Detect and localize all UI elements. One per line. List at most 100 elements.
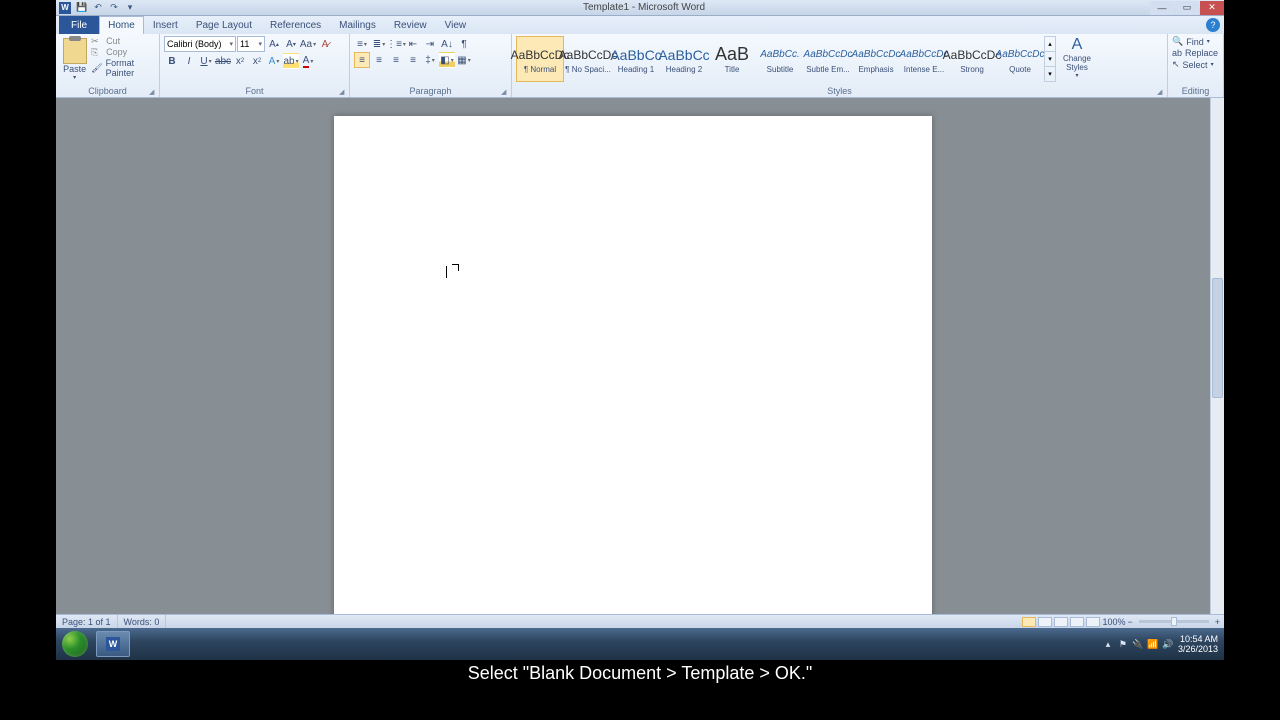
document-area[interactable] — [56, 98, 1210, 614]
show-marks-button[interactable]: ¶ — [456, 36, 472, 52]
styles-scroll-down[interactable]: ▾ — [1045, 51, 1055, 66]
paragraph-group-label: Paragraph — [354, 85, 507, 97]
print-layout-view-button[interactable] — [1022, 617, 1036, 627]
bullets-button[interactable]: ≡▾ — [354, 36, 370, 52]
paragraph-dialog-launcher[interactable]: ◢ — [501, 88, 509, 96]
taskbar-word-button[interactable]: W — [96, 631, 130, 657]
find-button[interactable]: 🔍Find▾ — [1172, 36, 1218, 47]
qat-undo-icon[interactable]: ↶ — [91, 1, 105, 15]
styles-dialog-launcher[interactable]: ◢ — [1157, 88, 1165, 96]
line-spacing-button[interactable]: ‡▾ — [422, 52, 438, 68]
font-size-combo[interactable]: 11▾ — [237, 36, 265, 52]
file-tab[interactable]: File — [59, 16, 99, 34]
style-item[interactable]: AaBbCcDcIntense E... — [900, 36, 948, 82]
change-case-button[interactable]: Aa▾ — [300, 36, 316, 52]
numbering-button[interactable]: ≣▾ — [371, 36, 387, 52]
tab-view[interactable]: View — [436, 16, 476, 34]
web-layout-view-button[interactable] — [1054, 617, 1068, 627]
bold-button[interactable]: B — [164, 53, 180, 69]
maximize-button[interactable]: ▭ — [1175, 1, 1199, 15]
style-item[interactable]: AaBbCcHeading 1 — [612, 36, 660, 82]
sort-button[interactable]: A↓ — [439, 36, 455, 52]
shrink-font-button[interactable]: A▾ — [283, 36, 299, 52]
document-page[interactable] — [334, 116, 932, 614]
underline-button[interactable]: U▾ — [198, 53, 214, 69]
style-item[interactable]: AaBbCcDc¶ Normal — [516, 36, 564, 82]
grow-font-button[interactable]: A▴ — [266, 36, 282, 52]
format-painter-button[interactable]: 🖌Format Painter — [91, 58, 155, 78]
style-item[interactable]: AaBbCc.Subtitle — [756, 36, 804, 82]
shading-button[interactable]: ◧▾ — [439, 52, 455, 68]
zoom-out-button[interactable]: − — [1127, 617, 1132, 627]
change-styles-button[interactable]: A Change Styles ▾ — [1058, 36, 1096, 79]
qat-customize-icon[interactable]: ▾ — [123, 1, 137, 15]
styles-more-button[interactable]: ▾ — [1045, 66, 1055, 81]
font-color-button[interactable]: A▾ — [300, 53, 316, 69]
increase-indent-button[interactable]: ⇥ — [422, 36, 438, 52]
zoom-slider-knob[interactable] — [1171, 617, 1177, 626]
zoom-in-button[interactable]: + — [1215, 617, 1220, 627]
tray-clock[interactable]: 10:54 AM 3/26/2013 — [1178, 634, 1218, 654]
tab-insert[interactable]: Insert — [144, 16, 187, 34]
tray-show-hidden-icon[interactable]: ▴ — [1103, 639, 1113, 649]
style-item[interactable]: AaBbCcHeading 2 — [660, 36, 708, 82]
replace-button[interactable]: abReplace — [1172, 48, 1218, 58]
subscript-button[interactable]: x2 — [232, 53, 248, 69]
text-effects-button[interactable]: A▾ — [266, 53, 282, 69]
video-caption: Select "Blank Document > Template > OK." — [0, 663, 1280, 684]
font-name-combo[interactable]: Calibri (Body)▾ — [164, 36, 236, 52]
scrollbar-thumb[interactable] — [1212, 278, 1223, 398]
tray-flag-icon[interactable]: ⚑ — [1118, 639, 1128, 649]
cut-button[interactable]: ✂Cut — [91, 36, 155, 46]
tray-network-icon[interactable]: 📶 — [1148, 639, 1158, 649]
draft-view-button[interactable] — [1086, 617, 1100, 627]
clipboard-dialog-launcher[interactable]: ◢ — [149, 88, 157, 96]
help-icon[interactable]: ? — [1206, 18, 1220, 32]
word-count[interactable]: Words: 0 — [118, 615, 167, 628]
tab-mailings[interactable]: Mailings — [330, 16, 385, 34]
start-button[interactable] — [58, 630, 92, 658]
select-button[interactable]: ↖Select▾ — [1172, 59, 1218, 70]
fullscreen-reading-view-button[interactable] — [1038, 617, 1052, 627]
strikethrough-button[interactable]: abc — [215, 53, 231, 69]
qat-redo-icon[interactable]: ↷ — [107, 1, 121, 15]
page-status[interactable]: Page: 1 of 1 — [56, 615, 118, 628]
tab-home[interactable]: Home — [99, 16, 144, 34]
minimize-button[interactable]: — — [1150, 1, 1174, 15]
style-item[interactable]: AaBbCcDc¶ No Spaci... — [564, 36, 612, 82]
style-preview: AaBbCcDc — [900, 45, 949, 65]
style-item[interactable]: AaBTitle — [708, 36, 756, 82]
superscript-button[interactable]: x2 — [249, 53, 265, 69]
close-button[interactable]: ✕ — [1200, 1, 1224, 15]
tab-page-layout[interactable]: Page Layout — [187, 16, 261, 34]
copy-button[interactable]: ⎘Copy — [91, 47, 155, 57]
decrease-indent-button[interactable]: ⇤ — [405, 36, 421, 52]
style-item[interactable]: AaBbCcDcQuote — [996, 36, 1044, 82]
style-item[interactable]: AaBbCcDcStrong — [948, 36, 996, 82]
align-left-button[interactable]: ≡ — [354, 52, 370, 68]
tray-power-icon[interactable]: 🔌 — [1133, 639, 1143, 649]
tab-references[interactable]: References — [261, 16, 330, 34]
paste-button[interactable]: Paste ▾ — [60, 36, 89, 81]
align-center-button[interactable]: ≡ — [371, 52, 387, 68]
vertical-scrollbar[interactable] — [1210, 98, 1224, 614]
highlight-button[interactable]: ab▾ — [283, 53, 299, 69]
styles-scroll-up[interactable]: ▴ — [1045, 37, 1055, 51]
borders-button[interactable]: ▦▾ — [456, 52, 472, 68]
styles-gallery[interactable]: AaBbCcDc¶ NormalAaBbCcDc¶ No Spaci...AaB… — [516, 36, 1044, 82]
tab-review[interactable]: Review — [385, 16, 436, 34]
justify-button[interactable]: ≡ — [405, 52, 421, 68]
font-dialog-launcher[interactable]: ◢ — [339, 88, 347, 96]
zoom-slider[interactable] — [1139, 620, 1209, 623]
zoom-level[interactable]: 100% — [1102, 617, 1125, 627]
tray-volume-icon[interactable]: 🔊 — [1163, 639, 1173, 649]
multilevel-button[interactable]: ⋮≡▾ — [388, 36, 404, 52]
style-item[interactable]: AaBbCcDcSubtle Em... — [804, 36, 852, 82]
align-right-button[interactable]: ≡ — [388, 52, 404, 68]
qat-save-icon[interactable]: 💾 — [75, 1, 89, 15]
clear-formatting-button[interactable]: A̷ — [317, 36, 333, 52]
italic-button[interactable]: I — [181, 53, 197, 69]
style-item[interactable]: AaBbCcDcEmphasis — [852, 36, 900, 82]
group-paragraph: ≡▾ ≣▾ ⋮≡▾ ⇤ ⇥ A↓ ¶ ≡ ≡ ≡ ≡ ‡▾ ◧▾ ▦▾ — [350, 34, 512, 97]
outline-view-button[interactable] — [1070, 617, 1084, 627]
